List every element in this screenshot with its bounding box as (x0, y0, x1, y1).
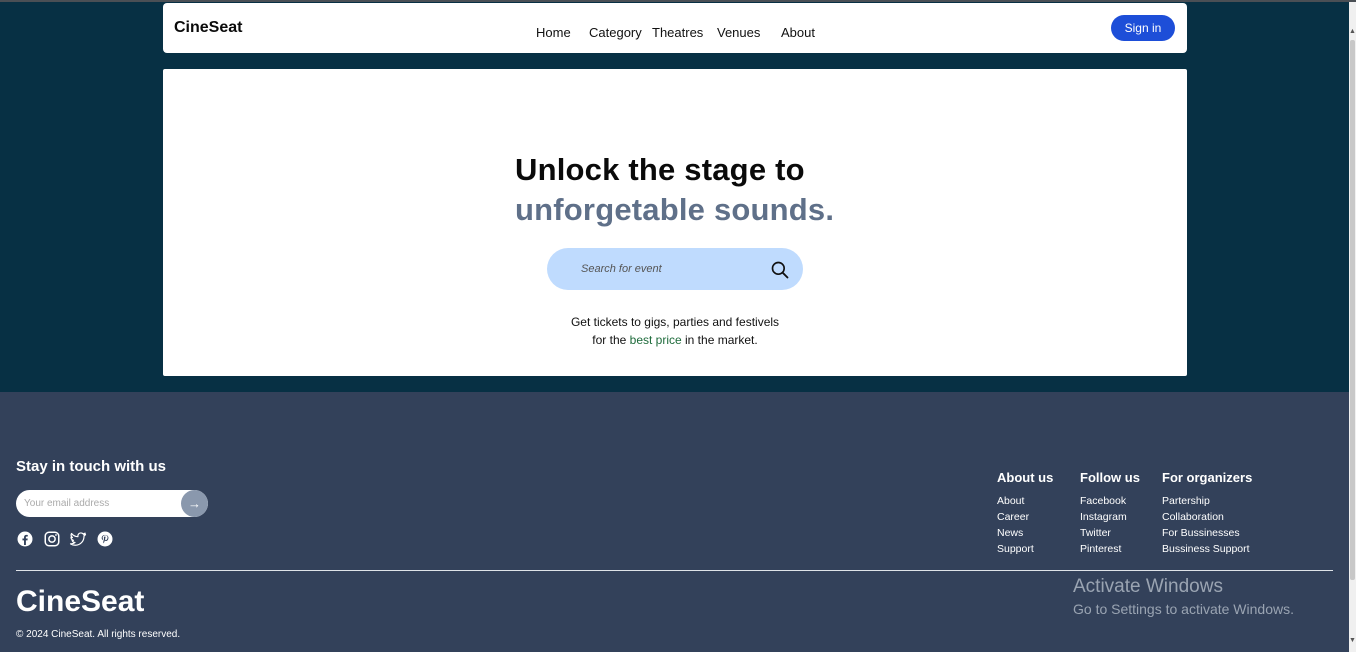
hero-card: Unlock the stage to unforgetable sounds.… (163, 69, 1187, 376)
search-icon[interactable] (770, 260, 790, 280)
footer-column-title: Follow us (1080, 470, 1140, 485)
footer-column-about: About us About Career News Support (997, 470, 1053, 557)
nav-link-theatres[interactable]: Theatres (652, 25, 703, 40)
footer-link-collaboration[interactable]: Collaboration (1162, 509, 1252, 525)
nav-link-home[interactable]: Home (536, 25, 571, 40)
scrollbar-thumb[interactable] (1350, 40, 1355, 580)
nav-link-category[interactable]: Category (589, 25, 642, 40)
footer-column-organizers: For organizers Partership Collaboration … (1162, 470, 1252, 557)
footer-brand: CineSeat (16, 585, 145, 618)
footer-link-business-support[interactable]: Bussiness Support (1162, 541, 1252, 557)
footer-column-follow: Follow us Facebook Instagram Twitter Pin… (1080, 470, 1140, 557)
search-input[interactable] (581, 259, 761, 279)
footer-link-news[interactable]: News (997, 525, 1053, 541)
nav-link-about[interactable]: About (781, 25, 815, 40)
scroll-down-icon[interactable]: ▼ (1349, 637, 1356, 644)
sign-in-button[interactable]: Sign in (1111, 15, 1175, 41)
twitter-icon[interactable] (69, 530, 87, 548)
hero-subtext-line2: for the best price in the market. (163, 333, 1187, 347)
footer-column-title: For organizers (1162, 470, 1253, 485)
subtext-prefix: for the (592, 333, 630, 347)
brand-logo[interactable]: CineSeat (174, 19, 242, 37)
hero-heading-line1: Unlock the stage to (515, 152, 805, 187)
scroll-up-icon[interactable]: ▲ (1349, 28, 1356, 35)
footer-link-instagram[interactable]: Instagram (1080, 509, 1140, 525)
hero-heading-line2: unforgetable sounds. (515, 192, 835, 227)
pinterest-icon[interactable] (96, 530, 114, 548)
facebook-icon[interactable] (16, 530, 34, 548)
email-field[interactable] (24, 495, 184, 512)
best-price-highlight: best price (629, 333, 682, 347)
activate-windows-title: Activate Windows (1073, 576, 1223, 597)
footer-link-partnership[interactable]: Partership (1162, 493, 1252, 509)
footer-link-about[interactable]: About (997, 493, 1053, 509)
search-bar (547, 248, 803, 290)
activate-windows-subtitle: Go to Settings to activate Windows. (1073, 601, 1294, 617)
subscribe-button[interactable]: → (181, 490, 208, 517)
copyright-text: © 2024 CineSeat. All rights reserved. (16, 629, 181, 640)
footer-link-support[interactable]: Support (997, 541, 1053, 557)
hero-subtext-line1: Get tickets to gigs, parties and festive… (570, 315, 780, 329)
nav-link-venues[interactable]: Venues (717, 25, 760, 40)
newsletter-form: → (16, 490, 208, 517)
footer-link-career[interactable]: Career (997, 509, 1053, 525)
footer-link-pinterest[interactable]: Pinterest (1080, 541, 1140, 557)
navbar: CineSeat Home Category Theatres Venues A… (163, 3, 1187, 53)
footer-link-facebook[interactable]: Facebook (1080, 493, 1140, 509)
footer-column-title: About us (997, 470, 1054, 485)
footer-link-businesses[interactable]: For Bussinesses (1162, 525, 1252, 541)
footer-link-twitter[interactable]: Twitter (1080, 525, 1140, 541)
instagram-icon[interactable] (43, 530, 61, 548)
footer-divider (16, 570, 1333, 571)
subtext-suffix: in the market. (681, 333, 758, 347)
newsletter-title: Stay in touch with us (16, 458, 167, 475)
